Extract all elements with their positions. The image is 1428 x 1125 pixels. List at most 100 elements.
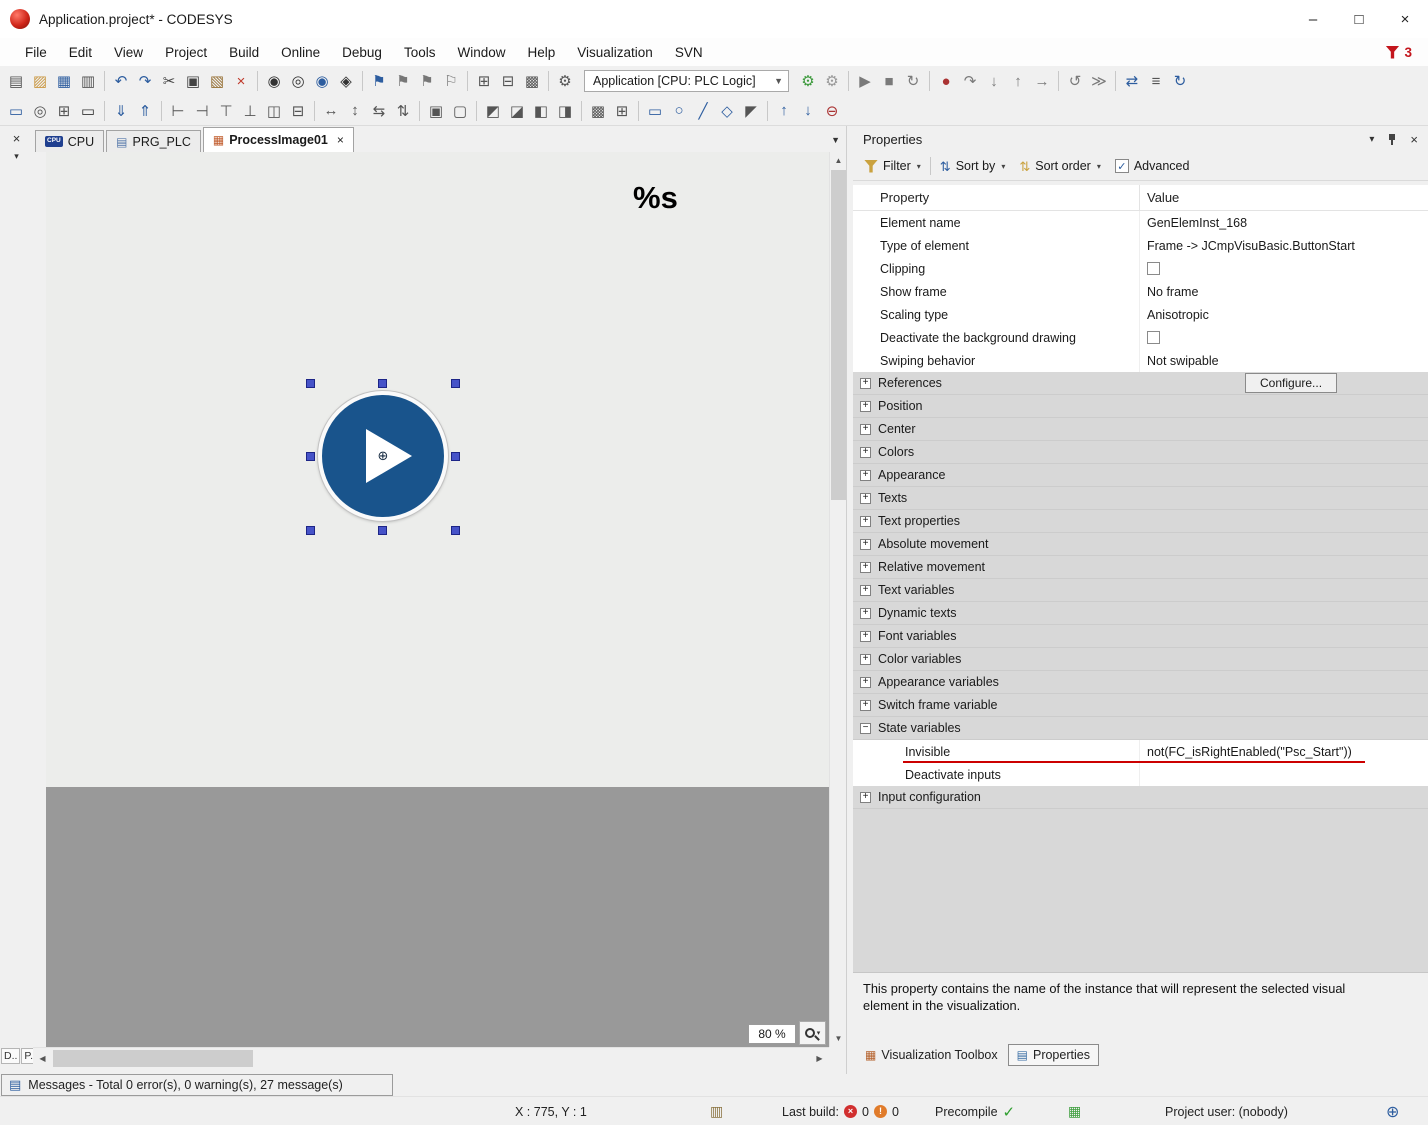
login-icon[interactable]: ⚙ [796, 69, 820, 93]
align-center-horizontal-icon[interactable]: ◫ [262, 99, 286, 123]
compare-icon[interactable]: ⇄ [1120, 69, 1144, 93]
start-icon[interactable]: ▶ [853, 69, 877, 93]
visualization-page[interactable]: %s ⊕ [46, 152, 829, 787]
project-settings-icon[interactable]: ≡ [1144, 69, 1168, 93]
find-in-project-icon[interactable]: ◉ [310, 69, 334, 93]
align-bottom-icon[interactable]: ⊥ [238, 99, 262, 123]
menubar-notifications[interactable]: 3 [1385, 38, 1412, 66]
ungroup-elements-icon[interactable]: ▢ [448, 99, 472, 123]
selection-handle[interactable] [378, 379, 387, 388]
panel-tab-properties[interactable]: ▤Properties [1008, 1044, 1099, 1066]
tab-processimage01[interactable]: ▦ProcessImage01× [203, 127, 354, 152]
expand-icon[interactable]: + [860, 700, 871, 711]
tab-list-dropdown-icon[interactable]: ▼ [831, 135, 840, 145]
new-project-icon[interactable]: ▤ [4, 69, 28, 93]
menu-project[interactable]: Project [154, 38, 218, 66]
distribute-vertical-icon[interactable]: ⇅ [391, 99, 415, 123]
property-row-center[interactable]: +Center [853, 418, 1428, 441]
property-row-text-properties[interactable]: +Text properties [853, 510, 1428, 533]
expand-icon[interactable]: + [860, 631, 871, 642]
breakpoint-toggle-icon[interactable]: ● [934, 69, 958, 93]
run-to-cursor-icon[interactable]: → [1030, 69, 1054, 93]
expand-icon[interactable]: + [860, 516, 871, 527]
property-row-appearance-variables[interactable]: +Appearance variables [853, 671, 1428, 694]
close-button[interactable]: × [1382, 0, 1428, 38]
property-row-color-variables[interactable]: +Color variables [853, 648, 1428, 671]
refresh-icon[interactable]: ↻ [1168, 69, 1192, 93]
start-button-element[interactable]: ⊕ [318, 391, 448, 521]
minimize-button[interactable]: – [1290, 0, 1336, 38]
messages-bar[interactable]: ▤ Messages - Total 0 error(s), 0 warning… [1, 1074, 393, 1096]
sort-order-button[interactable]: ⇅ Sort order ▾ [1014, 157, 1106, 175]
insert-line-icon[interactable]: ╱ [691, 99, 715, 123]
distribute-horizontal-icon[interactable]: ⇆ [367, 99, 391, 123]
collapse-icon[interactable]: − [860, 723, 871, 734]
delete-icon[interactable]: × [229, 69, 253, 93]
bring-to-front-icon[interactable]: ◩ [481, 99, 505, 123]
close-panel-icon[interactable]: × [1410, 132, 1418, 147]
send-to-back-icon[interactable]: ◪ [505, 99, 529, 123]
sort-by-button[interactable]: ⇅ Sort by ▾ [935, 157, 1011, 175]
selection-handle[interactable] [306, 526, 315, 535]
find-icon[interactable]: ◉ [262, 69, 286, 93]
grid-settings-icon[interactable]: ⊞ [610, 99, 634, 123]
print-icon[interactable]: ▥ [76, 69, 100, 93]
align-top-icon[interactable]: ⊤ [214, 99, 238, 123]
maximize-button[interactable]: □ [1336, 0, 1382, 38]
close-panel-icon[interactable]: × [6, 129, 28, 147]
property-row-dynamic-texts[interactable]: +Dynamic texts [853, 602, 1428, 625]
expand-icon[interactable]: + [860, 654, 871, 665]
property-row-input-configuration[interactable]: +Input configuration [853, 786, 1428, 809]
expand-icon[interactable]: + [860, 424, 871, 435]
property-row-element-name[interactable]: Element nameGenElemInst_168 [853, 211, 1428, 234]
menu-file[interactable]: File [14, 38, 58, 66]
property-row-state-variables[interactable]: −State variables [853, 717, 1428, 740]
property-row-deactivate-inputs[interactable]: Deactivate inputs [853, 763, 1428, 786]
zoom-tool-button[interactable]: ▾ [799, 1021, 826, 1045]
auto-declare-icon[interactable]: ⊟ [496, 69, 520, 93]
property-row-texts[interactable]: +Texts [853, 487, 1428, 510]
flow-control-icon[interactable]: ≫ [1087, 69, 1111, 93]
bookmark-previous-icon[interactable]: ⚑ [391, 69, 415, 93]
save-project-icon[interactable]: ▦ [52, 69, 76, 93]
insert-ellipse-icon[interactable]: ○ [667, 99, 691, 123]
panel-splitter[interactable] [846, 126, 853, 1074]
horizontal-scrollbar[interactable]: ◀ ▶ [33, 1047, 829, 1069]
remove-element-icon[interactable]: ⊖ [820, 99, 844, 123]
selection-handle[interactable] [306, 379, 315, 388]
align-right-icon[interactable]: ⊣ [190, 99, 214, 123]
column-header-property[interactable]: Property [853, 185, 1140, 210]
expand-icon[interactable]: + [860, 677, 871, 688]
group-elements-icon[interactable]: ▣ [424, 99, 448, 123]
single-cycle-icon[interactable]: ↻ [901, 69, 925, 93]
scroll-up-icon[interactable]: ▲ [830, 152, 847, 169]
value-checkbox[interactable] [1147, 331, 1160, 344]
align-left-icon[interactable]: ⊢ [166, 99, 190, 123]
horizontal-scroll-thumb[interactable] [53, 1050, 253, 1067]
upload-icon[interactable]: ⇑ [133, 99, 157, 123]
property-row-text-variables[interactable]: +Text variables [853, 579, 1428, 602]
search-settings-icon[interactable]: ◈ [334, 69, 358, 93]
panel-tab-visualization-toolbox[interactable]: ▦Visualization Toolbox [857, 1044, 1006, 1066]
scroll-right-icon[interactable]: ▶ [811, 1050, 828, 1067]
step-over-icon[interactable]: ↷ [958, 69, 982, 93]
edit-object-icon[interactable]: ▩ [520, 69, 544, 93]
undo-icon[interactable]: ↶ [109, 69, 133, 93]
property-row-clipping[interactable]: Clipping [853, 257, 1428, 280]
expand-icon[interactable]: + [860, 378, 871, 389]
tab-prg-plc[interactable]: ▤PRG_PLC [106, 130, 201, 152]
property-row-references[interactable]: +ReferencesConfigure... [853, 372, 1428, 395]
menu-view[interactable]: View [103, 38, 154, 66]
bring-forward-icon[interactable]: ◧ [529, 99, 553, 123]
expand-icon[interactable]: + [860, 539, 871, 550]
property-row-relative-movement[interactable]: +Relative movement [853, 556, 1428, 579]
expand-icon[interactable]: + [860, 585, 871, 596]
download-icon[interactable]: ⇓ [109, 99, 133, 123]
insert-rectangle-icon[interactable]: ▭ [643, 99, 667, 123]
advanced-checkbox[interactable]: ✓ Advanced [1110, 157, 1195, 175]
menu-tools[interactable]: Tools [393, 38, 447, 66]
bookmark-toggle-icon[interactable]: ⚑ [367, 69, 391, 93]
menu-visualization[interactable]: Visualization [566, 38, 664, 66]
same-width-icon[interactable]: ↔ [319, 99, 343, 123]
watch-view-icon[interactable]: ◎ [28, 99, 52, 123]
